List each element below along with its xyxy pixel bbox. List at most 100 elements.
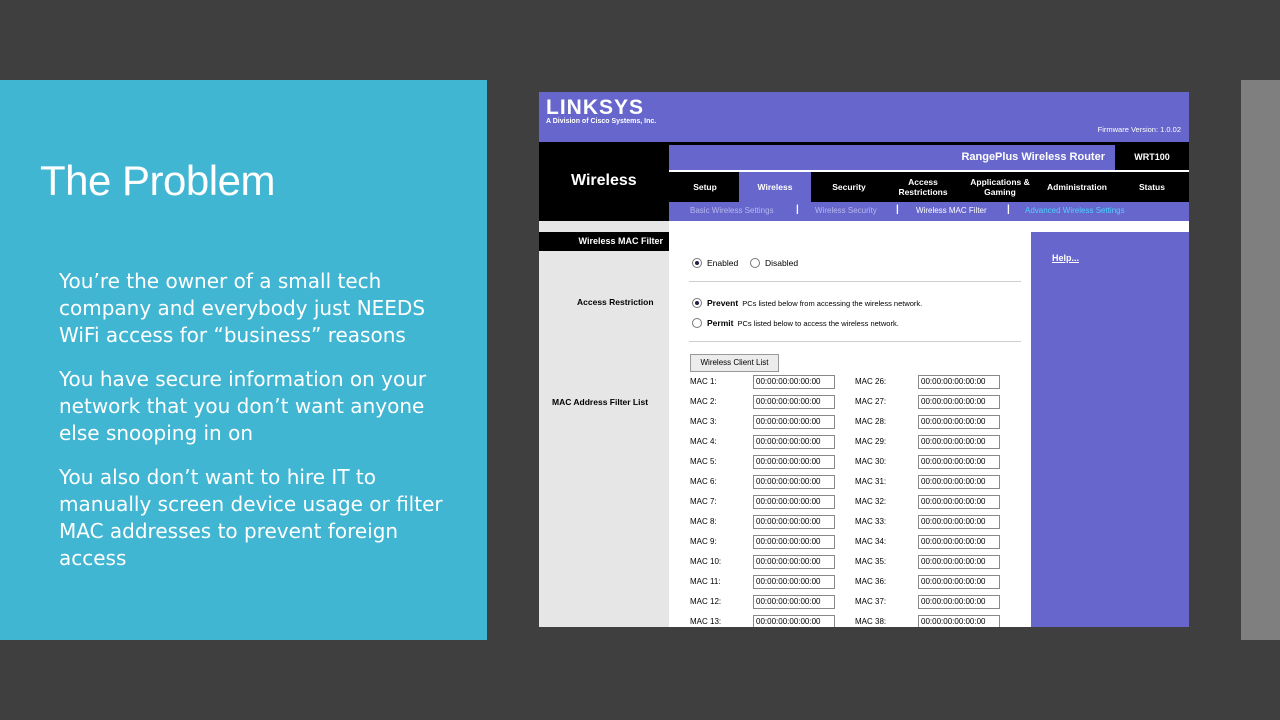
mac-label: MAC 11:: [690, 577, 721, 586]
subtab-wireless-mac-filter[interactable]: Wireless MAC Filter: [916, 206, 987, 215]
page-title-bar: Wireless MAC Filter: [539, 232, 669, 251]
mac-address-field[interactable]: 00:00:00:00:00:00: [753, 535, 835, 549]
mac-address-field[interactable]: 00:00:00:00:00:00: [918, 495, 1000, 509]
permit-description: PCs listed below to access the wireless …: [737, 318, 899, 328]
mac-address-field[interactable]: 00:00:00:00:00:00: [918, 615, 1000, 627]
mac-label: MAC 31:: [855, 477, 887, 486]
section-name: Wireless: [571, 172, 637, 189]
tab-security[interactable]: Security: [815, 172, 883, 202]
divider: [689, 341, 1021, 342]
prevent-description: PCs listed below from accessing the wire…: [742, 298, 923, 308]
subtab-separator: |: [1007, 204, 1010, 215]
slide-title: The Problem: [40, 157, 275, 204]
router-header: LINKSYS A Division of Cisco Systems, Inc…: [539, 92, 1189, 142]
radio-disabled[interactable]: [750, 258, 760, 268]
firmware-version: Firmware Version: 1.0.02: [1097, 125, 1181, 134]
help-link[interactable]: Help...: [1052, 253, 1079, 263]
sub-tabs: Basic Wireless Settings | Wireless Secur…: [669, 202, 1189, 221]
mac-address-field[interactable]: 00:00:00:00:00:00: [918, 535, 1000, 549]
mac-address-field[interactable]: 00:00:00:00:00:00: [918, 395, 1000, 409]
mac-label: MAC 35:: [855, 557, 887, 566]
mac-label: MAC 33:: [855, 517, 887, 526]
slide-bullet: You’re the owner of a small tech company…: [59, 269, 426, 347]
mac-label: MAC 7:: [690, 497, 717, 506]
mac-address-field[interactable]: 00:00:00:00:00:00: [918, 515, 1000, 529]
divider: [689, 281, 1021, 282]
enabled-label: Enabled: [707, 258, 739, 268]
page-title: Wireless MAC Filter: [578, 236, 663, 246]
mac-address-field[interactable]: 00:00:00:00:00:00: [753, 375, 835, 389]
mac-address-field[interactable]: 00:00:00:00:00:00: [753, 615, 835, 627]
product-name: RangePlus Wireless Router: [961, 151, 1105, 163]
mac-label: MAC 36:: [855, 577, 887, 586]
subtab-wireless-security[interactable]: Wireless Security: [815, 206, 877, 215]
subtab-advanced-wireless[interactable]: Advanced Wireless Settings: [1025, 206, 1125, 215]
wireless-client-list-button[interactable]: Wireless Client List: [690, 354, 779, 372]
radio-permit[interactable]: [692, 318, 702, 328]
permit-option[interactable]: Permit PCs listed below to access the wi…: [692, 318, 899, 328]
radio-prevent[interactable]: [692, 298, 702, 308]
mac-address-field[interactable]: 00:00:00:00:00:00: [753, 555, 835, 569]
permit-label: Permit: [707, 318, 734, 328]
enabled-option[interactable]: Enabled: [692, 258, 738, 268]
mac-label: MAC 28:: [855, 417, 887, 426]
logo-subtitle: A Division of Cisco Systems, Inc.: [546, 118, 657, 125]
mac-address-field[interactable]: 00:00:00:00:00:00: [753, 415, 835, 429]
mac-label: MAC 13:: [690, 617, 722, 626]
mac-address-field[interactable]: 00:00:00:00:00:00: [753, 435, 835, 449]
tab-wireless[interactable]: Wireless: [739, 172, 811, 202]
mac-filter-list-label: MAC Address Filter List: [552, 397, 649, 407]
slide-right-strip: [1241, 80, 1280, 640]
mac-label: MAC 2:: [690, 397, 717, 406]
subtab-separator: |: [896, 204, 899, 215]
mac-address-field[interactable]: 00:00:00:00:00:00: [918, 415, 1000, 429]
slide-bullet: You have secure information on your netw…: [59, 367, 427, 445]
disabled-option[interactable]: Disabled: [750, 258, 798, 268]
tab-status[interactable]: Status: [1117, 172, 1187, 202]
linksys-logo: LINKSYS: [546, 96, 645, 119]
mac-address-field[interactable]: 00:00:00:00:00:00: [753, 515, 835, 529]
subtab-basic-wireless[interactable]: Basic Wireless Settings: [690, 206, 774, 215]
mac-label: MAC 34:: [855, 537, 887, 546]
mac-label: MAC 30:: [855, 457, 887, 466]
mac-address-field[interactable]: 00:00:00:00:00:00: [918, 595, 1000, 609]
disabled-label: Disabled: [765, 258, 799, 268]
mac-address-field[interactable]: 00:00:00:00:00:00: [918, 435, 1000, 449]
mac-address-field[interactable]: 00:00:00:00:00:00: [918, 455, 1000, 469]
mac-label: MAC 29:: [855, 437, 887, 446]
router-screenshot: LINKSYS A Division of Cisco Systems, Inc…: [539, 92, 1189, 627]
prevent-option[interactable]: Prevent PCs listed below from accessing …: [692, 298, 922, 308]
tab-access-restrictions[interactable]: Access Restrictions: [889, 172, 957, 202]
mac-label: MAC 26:: [855, 377, 887, 386]
model-number: WRT100: [1134, 152, 1170, 162]
mac-address-field[interactable]: 00:00:00:00:00:00: [918, 555, 1000, 569]
mac-label: MAC 32:: [855, 497, 887, 506]
mac-label: MAC 4:: [690, 437, 717, 446]
access-restriction-label: Access Restriction: [577, 297, 654, 307]
subtab-separator: |: [796, 204, 799, 215]
help-panel: [1031, 232, 1189, 627]
mac-label: MAC 10:: [690, 557, 722, 566]
mac-address-field[interactable]: 00:00:00:00:00:00: [753, 575, 835, 589]
tab-applications-gaming[interactable]: Applications & Gaming: [961, 172, 1039, 202]
mac-address-field[interactable]: 00:00:00:00:00:00: [918, 475, 1000, 489]
main-tabs: Setup Wireless Security Access Restricti…: [669, 172, 1189, 202]
mac-address-field[interactable]: 00:00:00:00:00:00: [753, 495, 835, 509]
product-bar: RangePlus Wireless Router: [669, 145, 1115, 170]
mac-label: MAC 38:: [855, 617, 887, 626]
mac-label: MAC 37:: [855, 597, 887, 606]
mac-address-field[interactable]: 00:00:00:00:00:00: [918, 575, 1000, 589]
radio-enabled[interactable]: [692, 258, 702, 268]
mac-address-field[interactable]: 00:00:00:00:00:00: [753, 595, 835, 609]
mac-label: MAC 9:: [690, 537, 717, 546]
slide-bullet-list: You’re the owner of a small tech company…: [59, 268, 459, 589]
mac-address-field[interactable]: 00:00:00:00:00:00: [753, 475, 835, 489]
mac-address-field[interactable]: 00:00:00:00:00:00: [753, 455, 835, 469]
tab-administration[interactable]: Administration: [1041, 172, 1113, 202]
mac-address-field[interactable]: 00:00:00:00:00:00: [918, 375, 1000, 389]
tab-setup[interactable]: Setup: [677, 172, 733, 202]
mac-address-field[interactable]: 00:00:00:00:00:00: [753, 395, 835, 409]
mac-label: MAC 5:: [690, 457, 717, 466]
prevent-label: Prevent: [707, 298, 739, 308]
mac-label: MAC 12:: [690, 597, 722, 606]
